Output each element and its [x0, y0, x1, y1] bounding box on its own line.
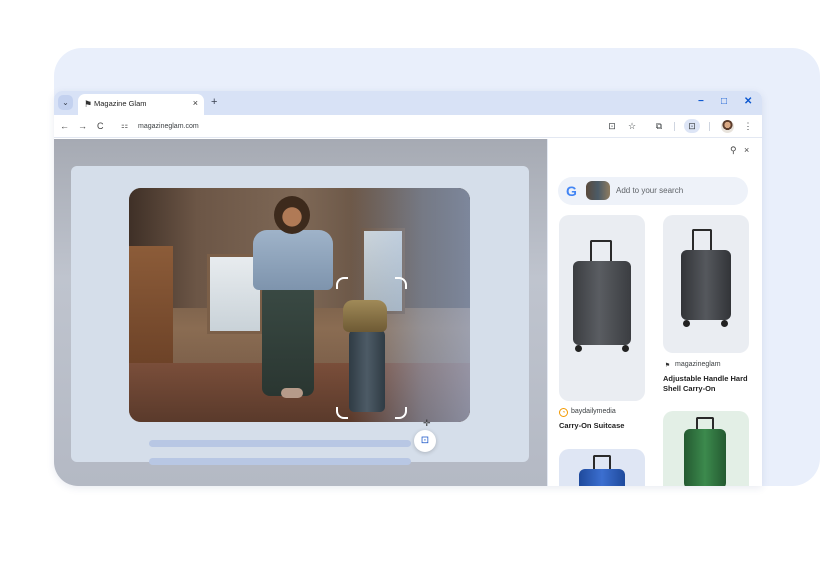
new-tab-button[interactable]: + — [211, 96, 217, 108]
luggage-image — [684, 429, 726, 486]
extensions-icon[interactable]: ⧉ — [652, 120, 666, 132]
luggage-wheel — [721, 320, 728, 327]
close-panel-button[interactable]: × — [744, 145, 749, 155]
photo-person-legs — [262, 284, 314, 396]
luggage-wheel — [683, 320, 690, 327]
tab-close-button[interactable]: × — [193, 98, 198, 109]
photo-person-head — [274, 196, 310, 234]
article-card: ✛ ⊡ — [71, 166, 529, 465]
cursor-icon: ✛ — [423, 418, 431, 428]
back-button[interactable]: ← — [60, 120, 69, 132]
lens-icon[interactable]: ⊡ — [605, 120, 619, 132]
photo-suitcase — [349, 330, 385, 412]
pin-icon[interactable]: ⚲ — [730, 145, 737, 155]
result-card[interactable] — [663, 411, 749, 486]
placeholder-line — [149, 458, 411, 465]
flag-icon: ⚑ — [84, 99, 93, 109]
photo-bag — [343, 300, 387, 332]
minimize-button[interactable]: − — [698, 96, 704, 108]
placeholder-line — [149, 440, 411, 447]
web-page-area: ✛ ⊡ — [54, 139, 547, 486]
luggage-handle — [696, 417, 714, 429]
luggage-handle — [593, 455, 611, 469]
bookmark-star-icon[interactable]: ☆ — [625, 120, 639, 132]
close-window-button[interactable]: ✕ — [744, 96, 752, 108]
result-title[interactable]: Carry-On Suitcase — [559, 421, 645, 431]
photo-cabinet — [129, 246, 173, 376]
google-logo-icon: G — [566, 183, 577, 199]
result-card[interactable] — [559, 449, 645, 486]
side-panel-lens-icon[interactable]: ⊡ — [684, 119, 700, 133]
luggage-wheel — [622, 345, 629, 352]
luggage-image — [579, 469, 625, 486]
browser-toolbar: ← → C ⚏ magazineglam.com ⊡ ☆ ⧉ ⊡ ⋮ — [54, 115, 762, 138]
selected-image-thumbnail[interactable] — [586, 181, 610, 200]
flag-icon: ⚑ — [664, 363, 671, 369]
tab-title: Magazine Glam — [94, 99, 147, 108]
site-info-icon[interactable]: ⚏ — [121, 120, 128, 132]
tab-search-button[interactable]: ⌄ — [58, 95, 73, 110]
result-card[interactable] — [663, 215, 749, 353]
result-source: ◔ baydailymedia — [559, 407, 616, 417]
baydailymedia-icon: ◔ — [559, 408, 568, 417]
luggage-handle — [692, 229, 712, 251]
selection-corner-top-left[interactable] — [336, 277, 348, 289]
lens-search-button[interactable]: ⊡ — [414, 430, 436, 452]
luggage-image — [573, 261, 631, 345]
result-source: ⚑ magazineglam — [664, 361, 721, 369]
tab-magazine-glam[interactable]: ⚑ Magazine Glam × — [78, 94, 204, 115]
luggage-image — [681, 250, 731, 320]
toolbar-divider — [674, 122, 675, 131]
result-card[interactable] — [559, 215, 645, 401]
search-placeholder: Add to your search — [616, 186, 684, 195]
photo-person-jacket — [253, 230, 333, 290]
maximize-button[interactable]: □ — [721, 96, 727, 108]
forward-button[interactable]: → — [78, 120, 87, 132]
luggage-wheel — [575, 345, 582, 352]
toolbar-divider — [709, 122, 710, 131]
lens-side-panel: ⚲ × G Add to your search ◔ baydailymedia … — [547, 139, 762, 486]
article-photo[interactable] — [129, 188, 470, 422]
address-bar[interactable]: ⚏ magazineglam.com — [116, 119, 612, 134]
luggage-handle — [590, 240, 612, 262]
result-title[interactable]: Adjustable Handle Hard Shell Carry-On — [663, 374, 755, 394]
url-text: magazineglam.com — [138, 123, 199, 130]
reload-button[interactable]: C — [97, 120, 104, 132]
profile-avatar[interactable] — [721, 120, 734, 133]
tab-strip: ⌄ ⚑ Magazine Glam × + − □ ✕ — [54, 91, 762, 115]
lens-search-box[interactable]: G Add to your search — [558, 177, 748, 205]
menu-kebab-icon[interactable]: ⋮ — [741, 120, 755, 132]
browser-window: ⌄ ⚑ Magazine Glam × + − □ ✕ ← → C ⚏ maga… — [54, 91, 762, 486]
photo-person-shoe — [281, 388, 303, 398]
